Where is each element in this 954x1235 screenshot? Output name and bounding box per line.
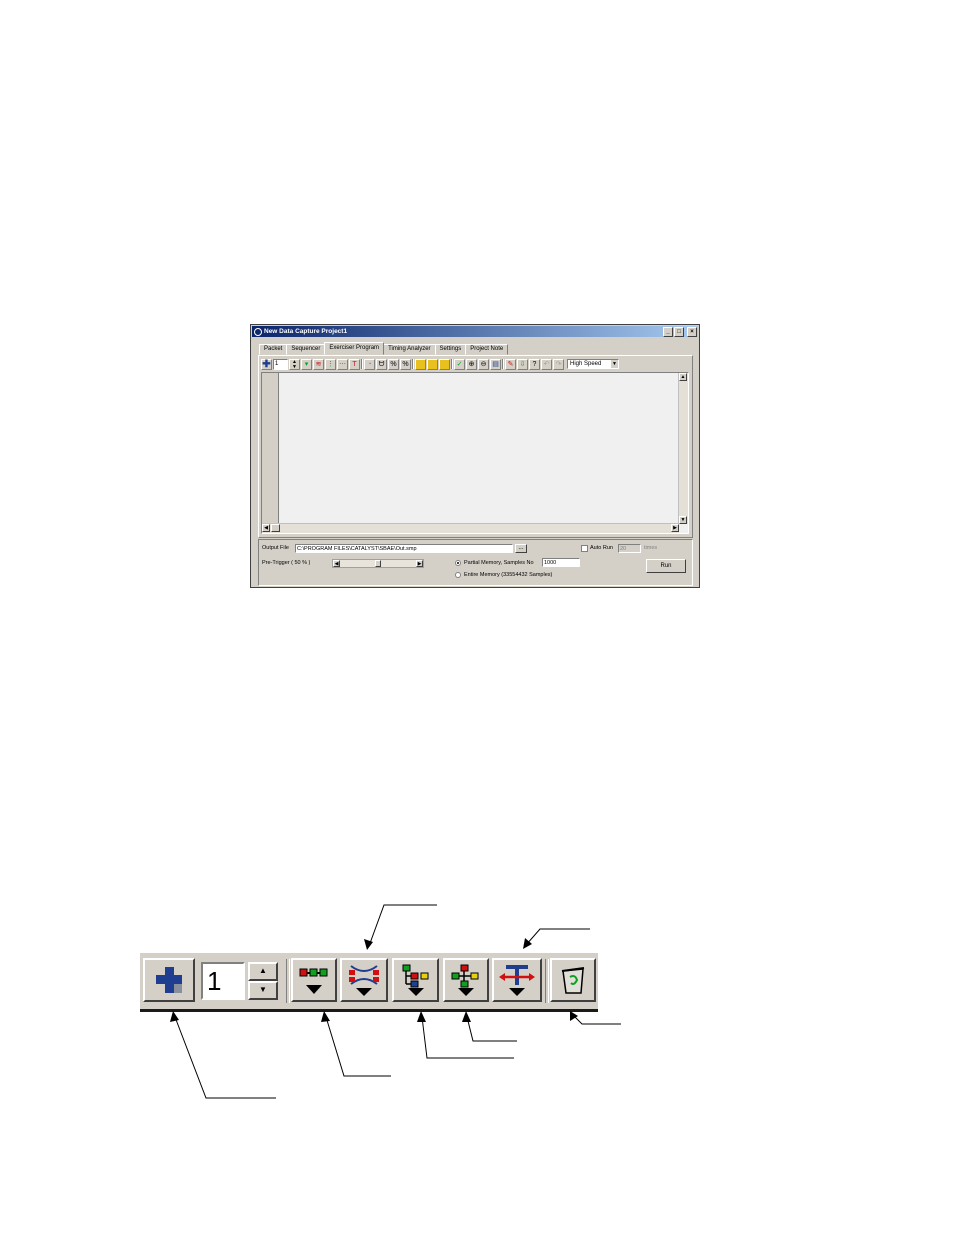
callout-leaders: [170, 904, 621, 1099]
tab-exerciser-program[interactable]: Exerciser Program: [324, 342, 385, 355]
